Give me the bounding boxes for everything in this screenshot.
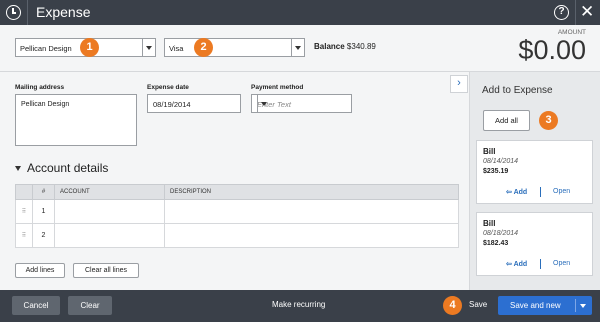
card-amount: $235.19 — [483, 168, 509, 175]
row-number: 1 — [32, 199, 55, 224]
column-header-description: DESCRIPTION — [164, 184, 459, 200]
column-header-number: # — [32, 184, 55, 200]
save-button[interactable]: Save — [469, 300, 487, 309]
expense-date-value: 08/19/2014 — [153, 100, 191, 109]
dropdown-arrow-icon[interactable] — [142, 39, 155, 56]
account-details-title: Account details — [27, 161, 109, 175]
clear-all-lines-button[interactable]: Clear all lines — [73, 263, 139, 278]
expense-header: Pellican Design 1 Visa 2 Balance $340.89… — [0, 25, 600, 72]
balance: Balance $340.89 — [314, 42, 376, 51]
caret-down-icon — [15, 166, 21, 172]
add-link[interactable]: ⇦ Add — [506, 188, 527, 196]
dropdown-arrow-icon[interactable] — [257, 95, 270, 112]
cancel-button[interactable]: Cancel — [12, 296, 60, 315]
open-link[interactable]: Open — [553, 260, 570, 267]
save-and-new-button[interactable]: Save and new — [498, 296, 592, 315]
add-link[interactable]: ⇦ Add — [506, 260, 527, 268]
bill-card: Bill 08/18/2014 $182.43 ⇦ Add Open — [476, 212, 593, 276]
balance-value: $340.89 — [346, 42, 376, 51]
open-link[interactable]: Open — [553, 188, 570, 195]
title-bar: Expense ? ✕ — [0, 0, 600, 25]
table-row: ⠿ 1 — [15, 199, 459, 224]
mailing-address-label: Mailing address — [15, 84, 65, 91]
divider — [575, 299, 576, 312]
card-date: 08/18/2014 — [483, 230, 519, 237]
drag-handle-icon[interactable]: ⠿ — [15, 199, 33, 224]
expense-date-field[interactable]: 08/19/2014 — [147, 94, 241, 113]
add-all-button[interactable]: Add all — [483, 110, 530, 131]
help-icon[interactable]: ? — [554, 5, 569, 20]
divider — [540, 187, 541, 197]
chevron-down-icon[interactable] — [580, 304, 586, 308]
save-and-new-label: Save and new — [510, 301, 561, 310]
main-form: Mailing address Pellican Design Expense … — [0, 72, 469, 290]
divider — [27, 0, 28, 25]
card-amount: $182.43 — [483, 240, 509, 247]
payment-method-select[interactable]: Enter Text — [251, 94, 352, 113]
handle-header — [15, 184, 33, 200]
card-title: Bill — [483, 219, 496, 228]
footer-bar: Cancel Clear Make recurring 4 Save Save … — [0, 290, 600, 322]
description-cell[interactable] — [164, 223, 459, 248]
expense-date-label: Expense date — [147, 84, 189, 91]
row-number: 2 — [32, 223, 55, 248]
panel-title: Add to Expense — [482, 85, 553, 96]
bill-card: Bill 08/14/2014 $235.19 ⇦ Add Open — [476, 140, 593, 204]
drag-handle-icon[interactable]: ⠿ — [15, 223, 33, 248]
mailing-address-field[interactable]: Pellican Design — [15, 94, 137, 146]
divider — [540, 259, 541, 269]
account-select[interactable]: Visa — [164, 38, 305, 57]
dropdown-arrow-icon[interactable] — [291, 39, 304, 56]
add-link-label: Add — [513, 261, 528, 268]
step-badge-4: 4 — [443, 296, 462, 315]
card-date: 08/14/2014 — [483, 158, 519, 165]
window-title: Expense — [36, 4, 91, 20]
balance-label: Balance — [314, 42, 345, 51]
account-cell[interactable] — [54, 199, 165, 224]
mailing-address-value: Pellican Design — [21, 101, 70, 108]
description-cell[interactable] — [164, 199, 459, 224]
divider — [575, 0, 576, 25]
step-badge-2: 2 — [194, 38, 213, 57]
amount-value: $0.00 — [518, 35, 586, 65]
payee-value: Pellican Design — [20, 44, 72, 53]
add-arrow-icon: ⇦ — [506, 261, 514, 268]
clear-button[interactable]: Clear — [68, 296, 112, 315]
column-header-account: ACCOUNT — [54, 184, 165, 200]
add-arrow-icon: ⇦ — [506, 189, 514, 196]
account-details-toggle[interactable]: Account details — [15, 161, 108, 175]
step-badge-3: 3 — [539, 111, 558, 130]
add-link-label: Add — [513, 189, 528, 196]
add-to-expense-panel: Add to Expense Add all 3 Bill 08/14/2014… — [469, 72, 600, 290]
close-icon[interactable]: ✕ — [580, 2, 594, 22]
step-badge-1: 1 — [80, 38, 99, 57]
add-lines-button[interactable]: Add lines — [15, 263, 65, 278]
table-row: ⠿ 2 — [15, 223, 459, 248]
card-title: Bill — [483, 147, 496, 156]
payment-method-label: Payment method — [251, 84, 304, 91]
chevron-right-icon[interactable]: › — [450, 75, 468, 93]
account-details-table: # ACCOUNT DESCRIPTION ⠿ 1 ⠿ 2 — [15, 184, 459, 248]
account-value: Visa — [169, 44, 184, 53]
account-cell[interactable] — [54, 223, 165, 248]
clock-icon[interactable] — [6, 5, 21, 20]
make-recurring-link[interactable]: Make recurring — [272, 300, 325, 309]
